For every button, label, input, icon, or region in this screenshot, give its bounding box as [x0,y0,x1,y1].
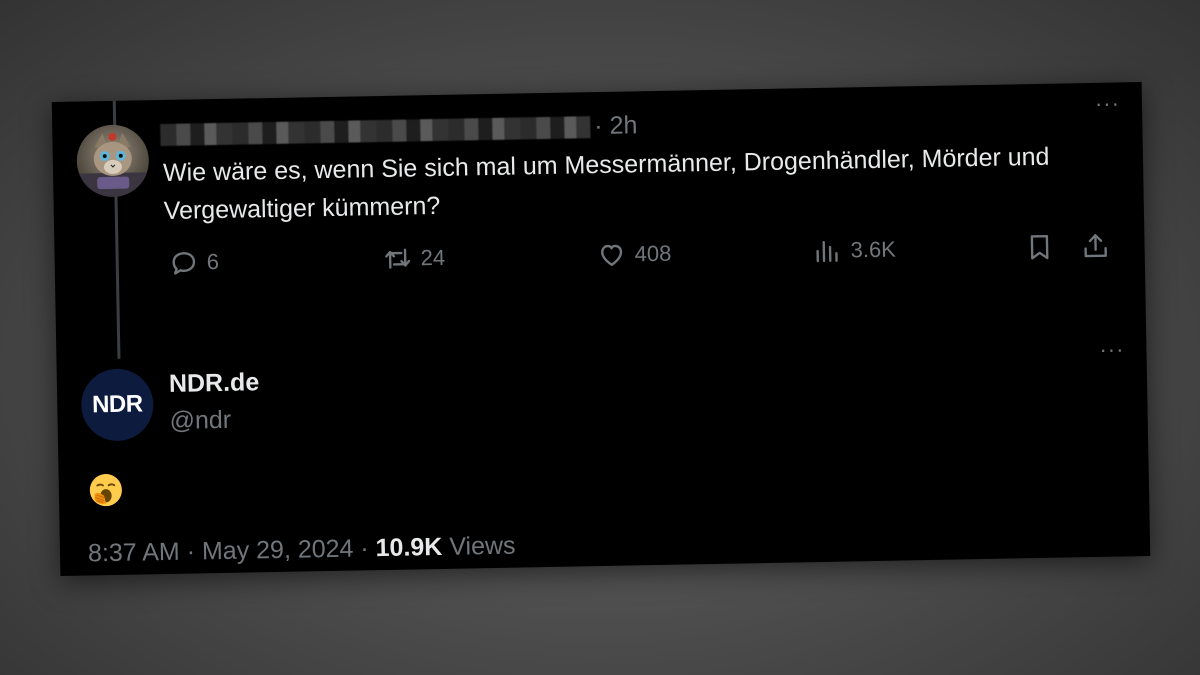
redacted-author-name [160,116,591,147]
views-button[interactable]: 3.6K [812,235,896,267]
reply-count: 6 [206,248,220,275]
tweet-timestamp[interactable]: · 2h [594,111,638,141]
tweet-datetime[interactable]: 8:37 AM · May 29, 2024 · [88,534,369,567]
like-count: 408 [634,240,672,267]
tweet-meta: 8:37 AM · May 29, 2024 · 10.9K Views [88,532,516,569]
user-handle[interactable]: @ndr [169,406,231,436]
cat-avatar-icon [77,132,150,198]
reply-icon [172,252,196,275]
like-button[interactable]: 408 [596,239,672,270]
retweet-count: 24 [420,244,446,271]
reply-button[interactable]: 6 [168,247,219,278]
display-name[interactable]: NDR.de [169,368,260,399]
views-icon [816,240,838,263]
more-options-button[interactable]: ··· [1099,336,1124,362]
tweet-thread-card: · 2h ··· Wie wäre es, wenn Sie sich mal … [51,82,1151,576]
more-options-button[interactable]: ··· [1095,90,1120,116]
share-button[interactable] [1080,231,1111,262]
heart-icon [601,244,623,266]
retweet-button[interactable]: 24 [382,243,445,274]
bookmark-icon [1030,235,1049,260]
tweet-action-bar: 6 24 408 3.6K [164,231,1113,288]
tweet-views-label: Views [449,531,516,561]
user-avatar[interactable] [76,124,150,198]
tweet-text: Wie wäre es, wenn Sie sich mal um Messer… [162,142,1050,225]
ndr-logo-text: NDR [91,390,143,419]
bookmark-button[interactable] [1024,232,1055,263]
tweet-views-count: 10.9K [375,532,443,563]
ndr-avatar[interactable]: NDR [80,368,154,442]
yawning-face-emoji-icon [89,474,122,507]
share-icon [1084,234,1107,258]
retweet-icon [385,248,411,269]
views-count: 3.6K [850,236,897,263]
